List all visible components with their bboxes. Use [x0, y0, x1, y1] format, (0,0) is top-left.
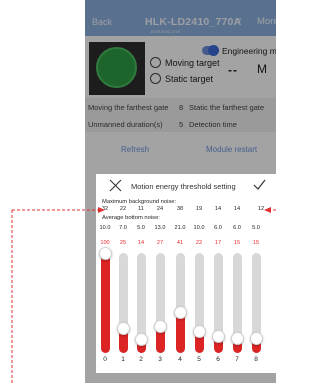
threshold-value: 100 [100, 240, 110, 246]
slider-thumb[interactable] [153, 319, 167, 333]
avg-noise-value: 6.0 [214, 225, 222, 231]
max-noise-value: 32 [101, 206, 109, 212]
threshold-value: 14 [137, 240, 145, 246]
gate-number: 0 [103, 356, 107, 363]
avg-noise-value: 6.0 [233, 225, 241, 231]
threshold-value: 41 [176, 240, 184, 246]
threshold-slider[interactable] [192, 253, 206, 353]
avg-noise-value: 10.0 [99, 225, 111, 231]
avg-noise-value: 21.0 [174, 225, 186, 231]
max-noise-value: 24 [156, 206, 164, 212]
threshold-slider[interactable] [134, 253, 148, 353]
threshold-slider[interactable] [153, 253, 167, 353]
max-noise-label: Maximum background noise: [102, 199, 177, 205]
threshold-dialog: Motion energy threshold setting Maximum … [96, 174, 276, 373]
threshold-value: 27 [156, 240, 164, 246]
max-noise-value: 38 [176, 206, 184, 212]
gate-number: 6 [216, 356, 220, 363]
gate-number: 3 [158, 356, 162, 363]
threshold-slider[interactable] [230, 253, 244, 353]
gate-number: 4 [178, 356, 182, 363]
slider-thumb[interactable] [211, 329, 225, 343]
threshold-slider[interactable] [173, 253, 187, 353]
threshold-value: 17 [214, 240, 222, 246]
max-noise-value: 11 [138, 206, 144, 212]
max-noise-row: 32 22 11 24 38 19 14 14 12 [96, 206, 276, 214]
confirm-check-icon[interactable] [253, 179, 266, 191]
threshold-slider[interactable] [249, 253, 263, 353]
max-noise-value: 14 [214, 206, 222, 212]
avg-noise-value: 10.0 [193, 225, 205, 231]
slider-thumb[interactable] [116, 321, 130, 335]
max-noise-value: 12 [257, 206, 265, 212]
gate-number: 1 [121, 356, 125, 363]
threshold-value: 22 [195, 240, 203, 246]
threshold-value: 15 [233, 240, 241, 246]
slider-thumb[interactable] [249, 331, 263, 345]
close-icon[interactable] [109, 179, 122, 192]
avg-noise-row: 10.0 7.0 5.0 13.0 21.0 10.0 6.0 6.0 5.0 [96, 225, 276, 233]
threshold-slider[interactable] [98, 246, 112, 353]
gate-number: 5 [197, 356, 201, 363]
slider-thumb[interactable] [134, 332, 148, 346]
threshold-value: 15 [252, 240, 260, 246]
avg-noise-value: 13.0 [154, 225, 166, 231]
gate-number: 2 [139, 356, 143, 363]
slider-fill [100, 253, 110, 353]
max-noise-value: 22 [119, 206, 127, 212]
threshold-slider[interactable] [211, 253, 225, 353]
threshold-value: 25 [119, 240, 127, 246]
slider-thumb[interactable] [192, 324, 206, 338]
slider-thumb[interactable] [98, 246, 112, 260]
threshold-slider[interactable] [116, 253, 130, 353]
slider-thumb[interactable] [173, 305, 187, 319]
threshold-row: 100 25 14 27 41 22 17 15 15 [96, 240, 276, 248]
avg-noise-value: 7.0 [119, 225, 127, 231]
avg-noise-label: Average bottom noise: [102, 215, 160, 221]
max-noise-value: 19 [195, 206, 203, 212]
gate-number: 7 [235, 356, 239, 363]
dialog-title: Motion energy threshold setting [131, 182, 236, 191]
slider-thumb[interactable] [230, 331, 244, 345]
avg-noise-value: 5.0 [252, 225, 260, 231]
gate-number: 8 [254, 356, 258, 363]
max-noise-value: 14 [233, 206, 241, 212]
avg-noise-value: 5.0 [137, 225, 145, 231]
